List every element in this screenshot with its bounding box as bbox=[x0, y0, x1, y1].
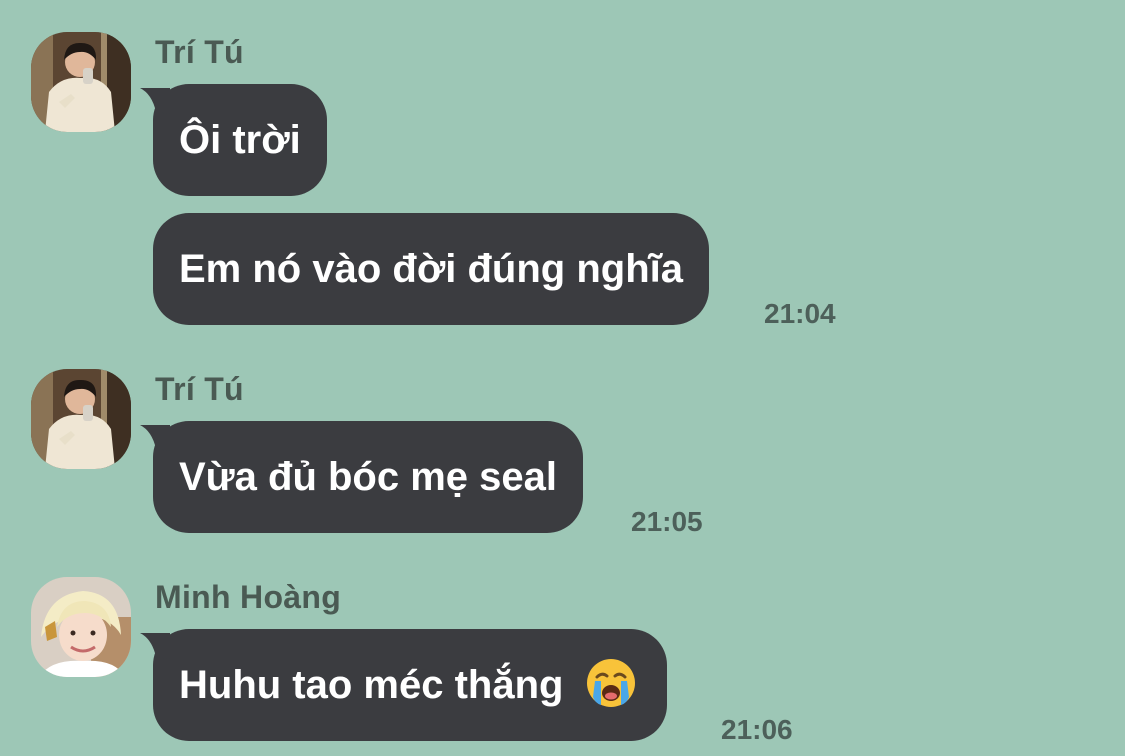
message-text: Em nó vào đời đúng nghĩa bbox=[179, 247, 683, 291]
message-bubble[interactable]: Huhu tao méc thắng bbox=[140, 629, 667, 741]
message-timestamp: 21:05 bbox=[631, 506, 703, 537]
bubble-tail bbox=[140, 633, 170, 659]
message-text: Huhu tao méc thắng bbox=[179, 663, 564, 707]
message-text: Vừa đủ bóc mẹ seal bbox=[179, 455, 557, 499]
message-bubble[interactable]: Em nó vào đời đúng nghĩa bbox=[153, 213, 709, 325]
avatar-tri-tu[interactable] bbox=[31, 369, 131, 469]
avatar-minh-hoang[interactable] bbox=[31, 577, 131, 677]
sender-name: Minh Hoàng bbox=[155, 579, 342, 615]
message-text: Ôi trời bbox=[179, 118, 301, 162]
loudly-crying-face-icon bbox=[586, 659, 635, 708]
message-timestamp: 21:04 bbox=[764, 298, 836, 329]
message-bubble[interactable]: Vừa đủ bóc mẹ seal bbox=[140, 421, 583, 533]
message-timestamp: 21:06 bbox=[721, 714, 793, 745]
bubble-tail bbox=[140, 88, 170, 114]
bubble-tail bbox=[140, 425, 170, 451]
sender-name: Trí Tú bbox=[155, 371, 244, 407]
message-bubble[interactable]: Ôi trời bbox=[140, 84, 327, 196]
avatar-tri-tu[interactable] bbox=[31, 32, 131, 132]
sender-name: Trí Tú bbox=[155, 34, 244, 70]
